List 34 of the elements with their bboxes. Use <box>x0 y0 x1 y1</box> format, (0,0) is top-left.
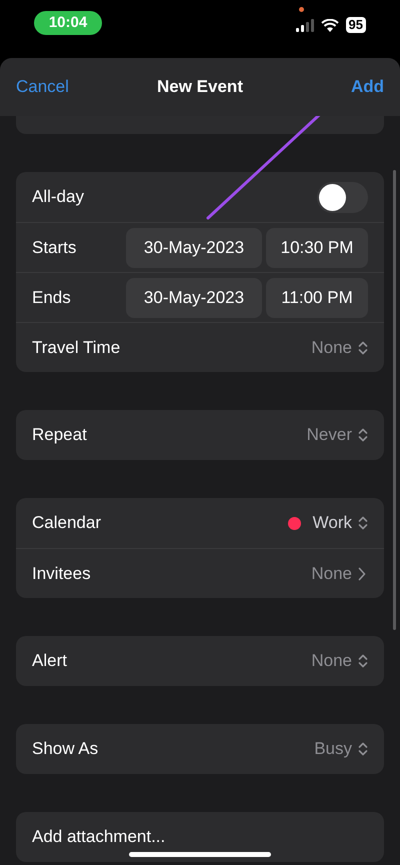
up-down-chevron-icon <box>358 516 368 530</box>
signal-icon <box>296 18 314 32</box>
wifi-icon <box>320 18 339 32</box>
row-label: Alert <box>32 650 67 672</box>
row-label: Invitees <box>32 562 91 585</box>
chevron-right-icon <box>358 566 366 580</box>
toggle-switch[interactable] <box>317 182 368 212</box>
add-attachment-button[interactable]: Add attachment... <box>32 824 166 850</box>
battery-level: 95 <box>346 17 366 33</box>
time-button[interactable]: 10:30 PM <box>266 228 368 268</box>
row-label: All-day <box>32 186 84 208</box>
picker-button[interactable]: Work <box>312 510 368 536</box>
time-button[interactable]: 11:00 PM <box>266 278 368 318</box>
row-label: Calendar <box>32 512 101 534</box>
date-button[interactable]: 30-May-2023 <box>126 278 262 318</box>
up-down-chevron-icon <box>358 428 368 442</box>
up-down-chevron-icon <box>358 742 368 756</box>
up-down-chevron-icon <box>358 654 368 668</box>
sheet-title: New Event <box>157 76 243 98</box>
picker-button[interactable]: Never <box>306 422 368 448</box>
row-label: Starts <box>32 236 76 259</box>
row-label: Repeat <box>32 424 87 446</box>
row-label: Ends <box>32 286 71 309</box>
status-time: 10:04 <box>34 11 102 35</box>
row-label: Show As <box>32 738 98 760</box>
row-label: Travel Time <box>32 336 120 359</box>
up-down-chevron-icon <box>358 340 368 354</box>
cancel-button[interactable]: Cancel <box>16 74 69 100</box>
add-button[interactable]: Add <box>350 74 384 100</box>
picker-button[interactable]: None <box>311 648 368 674</box>
disclosure-link[interactable]: None <box>311 560 366 586</box>
picker-button[interactable]: None <box>311 334 368 360</box>
picker-button[interactable]: Busy <box>314 736 368 762</box>
date-button[interactable]: 30-May-2023 <box>126 228 262 268</box>
